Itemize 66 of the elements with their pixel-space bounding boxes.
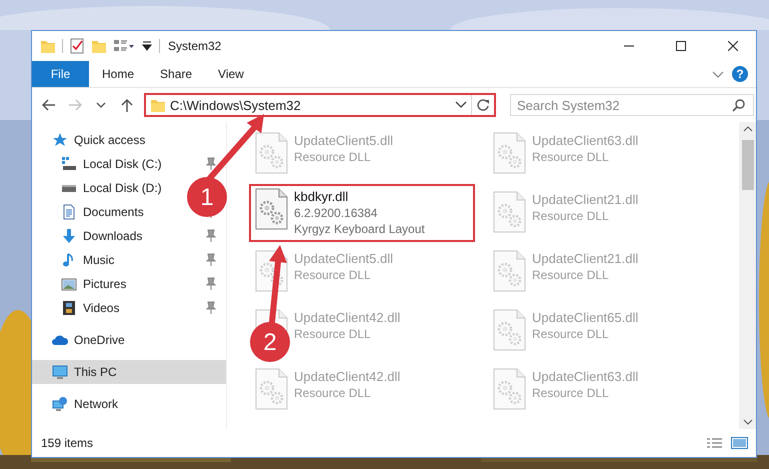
nav-item[interactable]: OneDrive <box>32 328 226 352</box>
properties-icon[interactable] <box>69 38 85 54</box>
file-description: Resource DLL <box>532 150 610 164</box>
refresh-icon[interactable] <box>476 98 490 112</box>
scrollbar[interactable] <box>739 122 756 429</box>
search-icon[interactable] <box>732 98 746 112</box>
file-version: 6.2.9200.16384 <box>294 206 378 220</box>
file-description: Resource DLL <box>294 268 372 282</box>
nav-item[interactable]: Downloads <box>32 224 226 248</box>
scroll-up-icon[interactable] <box>742 126 752 132</box>
step-badge: 2 <box>250 322 290 362</box>
expand-ribbon-icon[interactable] <box>712 69 724 79</box>
nav-item[interactable]: Quick access <box>32 128 226 152</box>
network-icon <box>52 396 68 412</box>
ribbon-tab[interactable]: Home <box>89 61 148 87</box>
gear-document-icon <box>493 309 526 351</box>
file-description: Resource DLL <box>294 386 372 400</box>
nav-item[interactable]: Network <box>32 392 226 416</box>
details-view-icon[interactable] <box>706 437 723 449</box>
search-field[interactable]: Search System32 <box>510 94 754 116</box>
nav-item[interactable]: Music <box>32 248 226 272</box>
window-title: System32 <box>168 39 222 53</box>
document-icon <box>61 204 77 220</box>
ribbon-tab[interactable]: Share <box>147 61 206 87</box>
dropdown-caret-icon[interactable] <box>455 100 467 110</box>
file-description: Resource DLL <box>294 150 372 164</box>
file-description: Resource DLL <box>294 327 372 341</box>
item-count: 159 items <box>41 436 94 450</box>
drive-icon <box>61 156 77 172</box>
file-description: Resource DLL <box>532 209 610 223</box>
large-icons-view-icon[interactable] <box>731 437 748 449</box>
help-icon[interactable]: ? <box>732 66 748 82</box>
nav-item[interactable]: This PC <box>32 360 226 384</box>
gear-document-icon <box>255 368 288 410</box>
file-description: Resource DLL <box>532 268 610 282</box>
gear-document-icon <box>493 368 526 410</box>
file-menu-tab[interactable]: File <box>32 61 89 87</box>
close-icon[interactable] <box>728 41 738 51</box>
folder-icon <box>150 97 166 113</box>
monitor-icon <box>52 364 68 380</box>
gear-document-icon <box>255 132 288 174</box>
star-icon <box>52 132 68 148</box>
back-arrow-icon[interactable] <box>42 98 56 112</box>
gear-document-icon <box>493 250 526 292</box>
file-description: Resource DLL <box>532 327 610 341</box>
picture-icon <box>61 276 77 292</box>
maximize-icon[interactable] <box>676 41 686 51</box>
file-name[interactable]: kbdkyr.dll <box>294 189 425 204</box>
step-badge: 1 <box>187 177 227 217</box>
film-strip-icon <box>61 300 77 316</box>
up-arrow-icon[interactable] <box>120 98 134 112</box>
nav-item[interactable]: Local Disk (C:) <box>32 152 226 176</box>
address-bar[interactable]: C:\Windows\System32 <box>144 93 496 117</box>
file-description: Resource DLL <box>532 386 610 400</box>
ribbon-tab[interactable]: View <box>205 61 257 87</box>
nav-item[interactable]: Videos <box>32 296 226 320</box>
scroll-down-icon[interactable] <box>742 419 752 425</box>
gear-document-icon <box>493 132 526 174</box>
nav-item[interactable]: Pictures <box>32 272 226 296</box>
scroll-thumb[interactable] <box>742 140 754 190</box>
file-description: Kyrgyz Keyboard Layout <box>294 222 425 236</box>
download-arrow-icon <box>61 228 77 244</box>
gear-document-icon <box>493 191 526 233</box>
view-options-icon[interactable] <box>113 38 135 54</box>
gear-document-icon <box>255 188 288 230</box>
annotation-arrow <box>207 114 264 181</box>
